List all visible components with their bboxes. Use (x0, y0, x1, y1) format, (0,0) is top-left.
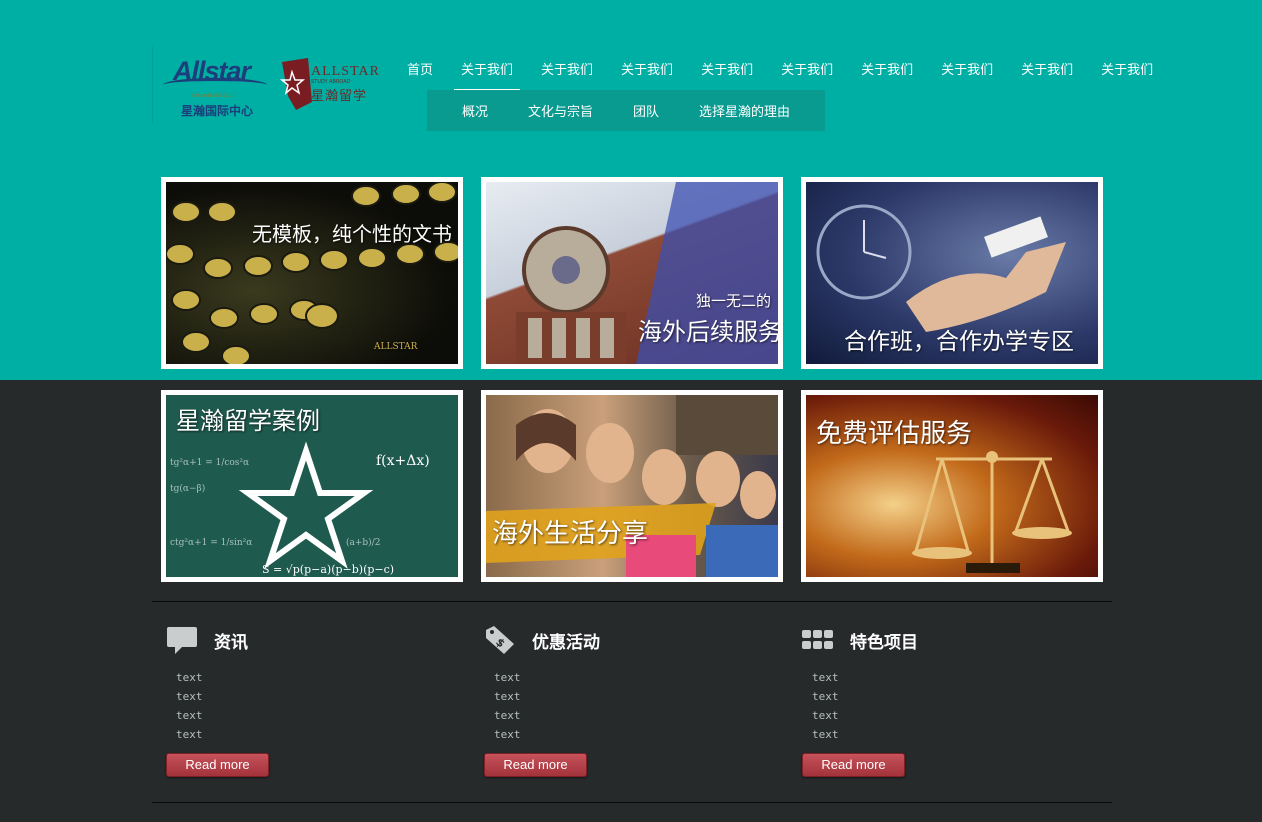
promo-card-overseas-service[interactable]: 独一无二的 海外后续服务 (481, 177, 783, 369)
students-image: 海外生活分享 (486, 395, 778, 577)
read-more-button[interactable]: Read more (802, 753, 905, 777)
list-item[interactable]: text (812, 706, 839, 725)
section-divider-top (152, 601, 1112, 602)
nav-item-about-active[interactable]: 关于我们 (454, 58, 521, 90)
read-more-button[interactable]: Read more (484, 753, 587, 777)
svg-text:f(x+Δx): f(x+Δx) (376, 453, 430, 469)
featured-list: text text text text (812, 668, 839, 744)
column-title: 资讯 (214, 633, 248, 653)
list-item[interactable]: text (812, 687, 839, 706)
cathedral-image: 独一无二的 海外后续服务 (486, 182, 778, 364)
card-stamp: ALLSTAR (374, 342, 418, 352)
allstar-study-logo: ALLSTAR STUDY ABROAD 星瀚留学 (311, 64, 401, 114)
list-item[interactable]: text (812, 668, 839, 687)
nav-item-about[interactable]: 关于我们 (534, 58, 600, 90)
section-divider-bottom (152, 802, 1112, 803)
list-item[interactable]: text (176, 706, 203, 725)
logo-secondary-cn: 星瀚留学 (311, 89, 368, 104)
nav-item-about[interactable]: 关于我们 (1014, 58, 1080, 90)
list-item[interactable]: text (494, 725, 521, 744)
nav-item-about[interactable]: 关于我们 (1094, 58, 1160, 90)
list-item[interactable]: text (494, 706, 521, 725)
submenu-item-culture[interactable]: 文化与宗旨 (528, 101, 593, 120)
promo-card-cases[interactable]: tg²α+1 = 1/cos²α tg(α−β) ctg²α+1 = 1/sin… (161, 390, 463, 582)
logo-primary-cn: 星瀚国际中心 (181, 104, 254, 118)
promo-card-documents[interactable]: 无模板，纯个性的文书 ALLSTAR (161, 177, 463, 369)
svg-text:(a+b)/2: (a+b)/2 (346, 537, 380, 548)
list-item[interactable]: text (494, 668, 521, 687)
submenu-item-why-us[interactable]: 选择星瀚的理由 (699, 101, 790, 120)
nav-item-about[interactable]: 关于我们 (854, 58, 920, 90)
news-list: text text text text (176, 668, 203, 744)
logo-secondary-text: ALLSTAR (311, 64, 380, 79)
news-column: 资讯 text text text text Read more (166, 620, 466, 790)
promo-card-free-assessment[interactable]: 免费评估服务 (801, 390, 1103, 582)
svg-text:ctg²α+1 = 1/sin²α: ctg²α+1 = 1/sin²α (170, 538, 252, 548)
read-more-button[interactable]: Read more (166, 753, 269, 777)
submenu-item-team[interactable]: 团队 (633, 101, 659, 120)
card-caption: 海外后续服务 (638, 318, 778, 346)
handshake-image: 合作班，合作办学专区 (806, 182, 1098, 364)
list-item[interactable]: text (176, 687, 203, 706)
main-nav: 首页 关于我们 关于我们 关于我们 关于我们 关于我们 关于我们 关于我们 关于… (400, 58, 1174, 90)
nav-item-about[interactable]: 关于我们 (694, 58, 760, 90)
list-item[interactable]: text (494, 687, 521, 706)
featured-column: 特色项目 text text text text Read more (802, 620, 1102, 790)
submenu-item-overview[interactable]: 概况 (462, 101, 488, 120)
star-flag-icon (279, 58, 312, 110)
promo-card-cooperation[interactable]: 合作班，合作办学专区 (801, 177, 1103, 369)
nav-item-home[interactable]: 首页 (400, 58, 440, 90)
card-caption: 免费评估服务 (816, 419, 973, 449)
card-caption: 海外生活分享 (492, 519, 649, 549)
about-submenu: 概况 文化与宗旨 团队 选择星瀚的理由 (427, 90, 825, 131)
svg-text:S = √p(p−a)(p−b)(p−c): S = √p(p−a)(p−b)(p−c) (262, 563, 394, 576)
logo-primary-sub: International LLC (191, 93, 235, 99)
promotions-column: $ 优惠活动 text text text text Read more (484, 620, 784, 790)
nav-item-about[interactable]: 关于我们 (934, 58, 1000, 90)
list-item[interactable]: text (176, 668, 203, 687)
list-item[interactable]: text (176, 725, 203, 744)
column-title: 特色项目 (850, 633, 918, 653)
nav-item-about[interactable]: 关于我们 (614, 58, 680, 90)
card-caption: 无模板，纯个性的文书 (252, 222, 452, 246)
svg-text:tg²α+1 = 1/cos²α: tg²α+1 = 1/cos²α (170, 458, 249, 468)
card-caption: 合作班，合作办学专区 (844, 329, 1074, 355)
price-tag-icon: $ (486, 626, 514, 654)
speech-bubble-icon (167, 627, 197, 654)
logo-primary-text: Allstar (173, 56, 251, 86)
nav-item-about[interactable]: 关于我们 (774, 58, 840, 90)
typewriter-image: 无模板，纯个性的文书 ALLSTAR (166, 182, 458, 364)
column-title: 优惠活动 (532, 633, 600, 653)
card-caption-small: 独一无二的 (696, 292, 772, 310)
promo-card-life-sharing[interactable]: 海外生活分享 (481, 390, 783, 582)
scales-image: 免费评估服务 (806, 395, 1098, 577)
card-caption: 星瀚留学案例 (176, 407, 320, 435)
typewriter-keys-icon (166, 182, 458, 364)
promotions-list: text text text text (494, 668, 521, 744)
grid-icon (802, 630, 833, 649)
list-item[interactable]: text (812, 725, 839, 744)
svg-text:tg(α−β): tg(α−β) (170, 483, 205, 494)
allstar-logo: Allstar International LLC 星瀚国际中心 (163, 56, 275, 118)
site-logo[interactable]: Allstar International LLC 星瀚国际中心 ALLSTAR… (152, 46, 397, 124)
blackboard-image: tg²α+1 = 1/cos²α tg(α−β) ctg²α+1 = 1/sin… (166, 395, 458, 577)
